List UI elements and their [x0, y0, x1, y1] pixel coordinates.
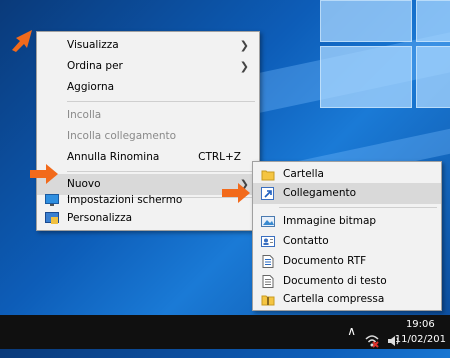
annotation-arrow-icon: [222, 183, 250, 203]
menu-item-aggiorna[interactable]: Aggiorna: [37, 77, 259, 98]
submenu-item-contatto[interactable]: Contatto: [253, 231, 441, 252]
menu-separator: [67, 101, 255, 102]
rtf-document-icon: [262, 255, 274, 268]
shortcut-icon: [261, 187, 274, 200]
menu-item-incolla-collegamento: Incolla collegamento: [67, 130, 177, 142]
personalize-icon: [45, 212, 59, 224]
folder-icon: [261, 170, 275, 181]
shortcut-text: CTRL+Z: [198, 151, 241, 163]
contact-icon: [261, 236, 275, 247]
windows-logo-pane: [320, 0, 412, 42]
submenu-item-immagine-bitmap[interactable]: Immagine bitmap: [253, 211, 441, 232]
menu-item-annulla-rinomina[interactable]: Annulla Rinomina CTRL+Z: [37, 147, 259, 168]
annotation-arrow-icon: [12, 30, 32, 52]
windows-logo-pane: [416, 0, 450, 42]
submenu-item-documento-rtf[interactable]: Documento RTF: [253, 251, 441, 272]
menu-item-incolla: Incolla: [67, 109, 102, 121]
windows-logo-pane: [416, 46, 450, 108]
annotation-arrow-icon: [30, 164, 58, 184]
menu-separator: [67, 171, 255, 172]
display-icon: [45, 194, 59, 206]
text-document-icon: [262, 275, 274, 288]
menu-item-ordina-per[interactable]: Ordina per ❯: [37, 56, 259, 77]
new-submenu: Cartella Collegamento Immagine bitmap Co…: [252, 161, 442, 311]
menu-item-visualizza[interactable]: Visualizza ❯: [37, 35, 259, 56]
menu-separator: [279, 207, 437, 208]
taskbar-clock[interactable]: 19:06 11/02/201: [395, 317, 446, 347]
taskbar: ∧ 19:06 11/02/201: [0, 315, 450, 349]
chevron-right-icon: ❯: [239, 39, 249, 52]
submenu-item-cartella-compressa[interactable]: Cartella compressa: [253, 289, 441, 310]
chevron-right-icon: ❯: [239, 60, 249, 73]
menu-item-personalizza[interactable]: Personalizza: [37, 208, 259, 229]
zip-folder-icon: [261, 295, 275, 306]
bitmap-icon: [261, 216, 275, 227]
submenu-item-cartella[interactable]: Cartella: [253, 164, 441, 185]
windows-logo-pane: [320, 46, 412, 108]
clock-time: 19:06: [405, 319, 435, 330]
clock-date: 11/02/201: [394, 334, 446, 345]
submenu-item-collegamento[interactable]: Collegamento: [253, 183, 441, 204]
network-icon[interactable]: [364, 324, 380, 358]
chevron-up-icon[interactable]: ∧: [347, 324, 356, 358]
